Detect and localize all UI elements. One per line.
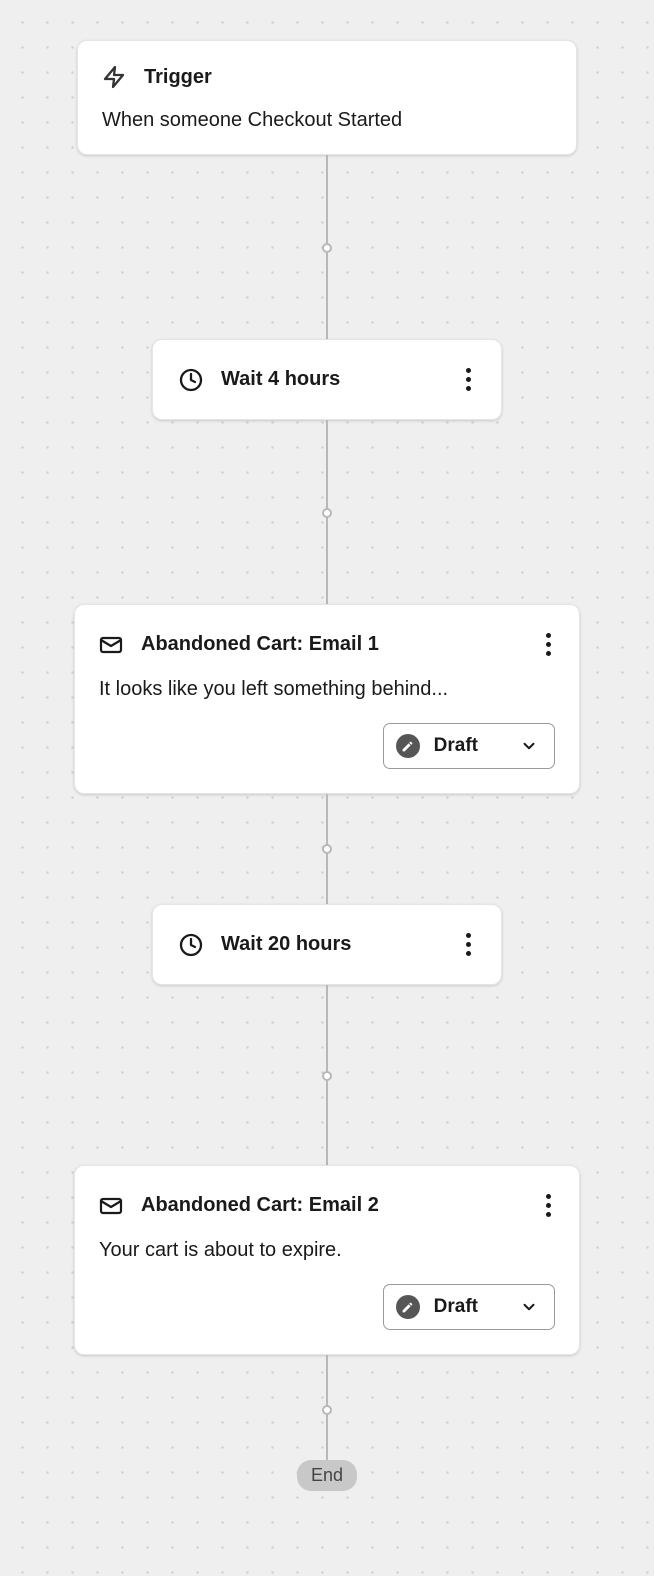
trigger-card[interactable]: Trigger When someone Checkout Started: [77, 40, 577, 155]
connector-dot: [322, 1405, 332, 1415]
email-card-2[interactable]: Abandoned Cart: Email 2 Your cart is abo…: [74, 1165, 580, 1355]
mail-icon: [99, 633, 123, 657]
more-button[interactable]: [542, 629, 555, 660]
end-badge: End: [297, 1460, 357, 1491]
connector-line: [326, 1355, 328, 1460]
connector-line: [326, 155, 328, 339]
email-title: Abandoned Cart: Email 2: [141, 1194, 524, 1217]
connector-dot: [322, 844, 332, 854]
connector-dot: [322, 243, 332, 253]
wait-card-2[interactable]: Wait 20 hours: [152, 904, 502, 985]
connector-line: [326, 985, 328, 1165]
chevron-down-icon: [520, 737, 538, 755]
email-title: Abandoned Cart: Email 1: [141, 633, 524, 656]
mail-icon: [99, 1194, 123, 1218]
more-button[interactable]: [542, 1190, 555, 1221]
more-button[interactable]: [462, 364, 475, 395]
trigger-title: Trigger: [144, 66, 212, 89]
status-dropdown[interactable]: Draft: [383, 723, 555, 769]
email-description: It looks like you left something behind.…: [99, 678, 555, 701]
status-label: Draft: [434, 1296, 478, 1318]
chevron-down-icon: [520, 1298, 538, 1316]
wait-card-1[interactable]: Wait 4 hours: [152, 339, 502, 420]
pencil-circle-icon: [396, 1295, 420, 1319]
status-dropdown[interactable]: Draft: [383, 1284, 555, 1330]
wait-label: Wait 4 hours: [221, 368, 444, 391]
connector-dot: [322, 1071, 332, 1081]
connector-line: [326, 794, 328, 904]
connector-dot: [322, 508, 332, 518]
lightning-icon: [102, 63, 126, 91]
email-description: Your cart is about to expire.: [99, 1239, 555, 1262]
clock-icon: [179, 933, 203, 957]
pencil-circle-icon: [396, 734, 420, 758]
more-button[interactable]: [462, 929, 475, 960]
email-card-1[interactable]: Abandoned Cart: Email 1 It looks like yo…: [74, 604, 580, 794]
clock-icon: [179, 368, 203, 392]
wait-label: Wait 20 hours: [221, 933, 444, 956]
connector-line: [326, 420, 328, 604]
trigger-description: When someone Checkout Started: [102, 109, 552, 132]
status-label: Draft: [434, 735, 478, 757]
